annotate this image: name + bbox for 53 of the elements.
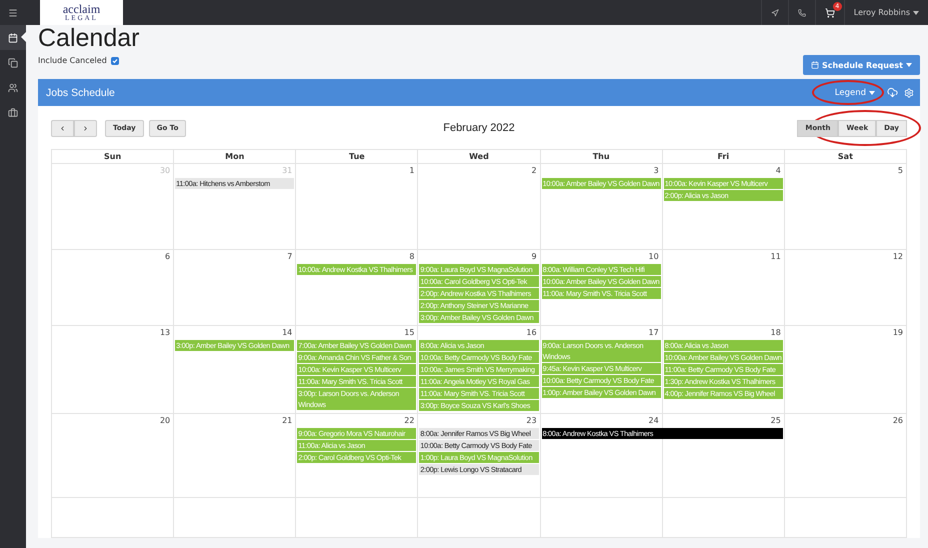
day-number: 1 (409, 165, 416, 177)
chevron-left-icon (59, 124, 66, 132)
day-number: 17 (648, 327, 660, 339)
weekday-header: Sat (784, 150, 907, 164)
weekday-header: Tue (296, 150, 418, 164)
day-number: 20 (160, 415, 172, 427)
day-number: 13 (160, 327, 172, 339)
day-number: 2 (531, 165, 538, 177)
cart-icon[interactable] (824, 8, 835, 18)
day-number: 3 (654, 165, 660, 177)
day-number: 9 (531, 251, 538, 263)
day-number: 23 (526, 415, 538, 427)
weekday-header: Thu (540, 150, 663, 164)
calendar-icon (810, 61, 819, 69)
caret-icon (869, 90, 875, 94)
day-number: 14 (282, 327, 294, 339)
weekday-header: Mon (174, 150, 296, 164)
day-number: 5 (898, 165, 904, 177)
settings-icon[interactable] (904, 88, 914, 98)
calendar-icon[interactable] (0, 25, 26, 50)
day-number: 19 (892, 327, 904, 339)
weekday-header: Wed (418, 150, 541, 164)
day-number: 11 (770, 251, 782, 263)
day-number: 24 (648, 415, 660, 427)
caret-icon (913, 10, 919, 14)
page-title: Calendar (38, 23, 140, 53)
schedule-request-button[interactable]: Schedule Request (802, 55, 920, 75)
day-number: 16 (526, 327, 538, 339)
legend-button[interactable]: Legend (828, 86, 881, 98)
day-number: 26 (892, 415, 904, 427)
user-menu[interactable]: Leroy Robbins (854, 8, 910, 17)
chevron-right-icon (82, 124, 89, 132)
panel-title: Jobs Schedule (46, 86, 115, 98)
day-number: 8 (409, 251, 416, 263)
caret-icon (906, 63, 912, 67)
day-number: 21 (282, 415, 294, 427)
day-number: 15 (404, 327, 416, 339)
day-number: 31 (282, 165, 294, 177)
day-number: 22 (404, 415, 416, 427)
include-canceled-label: Include Canceled (38, 56, 107, 65)
day-number: 10 (648, 251, 660, 263)
day-number: 6 (165, 251, 172, 263)
month-title: February 2022 (443, 122, 515, 134)
day-number: 30 (160, 165, 172, 177)
weekday-header: Fri (662, 150, 785, 164)
day-number: 25 (770, 415, 782, 427)
cloud-download-icon[interactable] (887, 87, 898, 98)
day-number: 12 (892, 251, 904, 263)
weekday-header: Sun (52, 150, 174, 164)
day-number: 18 (770, 327, 782, 339)
day-number: 7 (287, 251, 294, 263)
day-number: 4 (776, 165, 782, 177)
include-canceled-checkbox[interactable] (110, 56, 119, 64)
